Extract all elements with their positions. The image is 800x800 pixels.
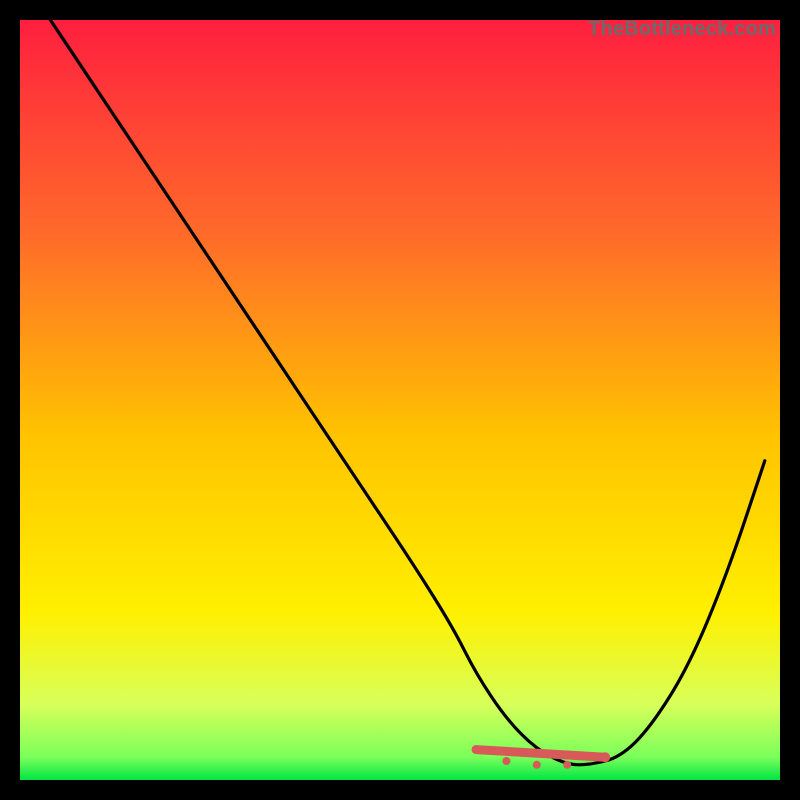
- chart-frame: TheBottleneck.com: [20, 20, 780, 780]
- trough-span-right: [600, 752, 610, 762]
- watermark-text: TheBottleneck.com: [588, 18, 776, 41]
- trough-span-mid3: [563, 761, 571, 769]
- trough-span-mid2: [533, 761, 541, 769]
- bottleneck-chart: [20, 20, 780, 780]
- chart-background: [20, 20, 780, 780]
- trough-span-mid1: [502, 757, 510, 765]
- trough-span-left: [472, 746, 480, 754]
